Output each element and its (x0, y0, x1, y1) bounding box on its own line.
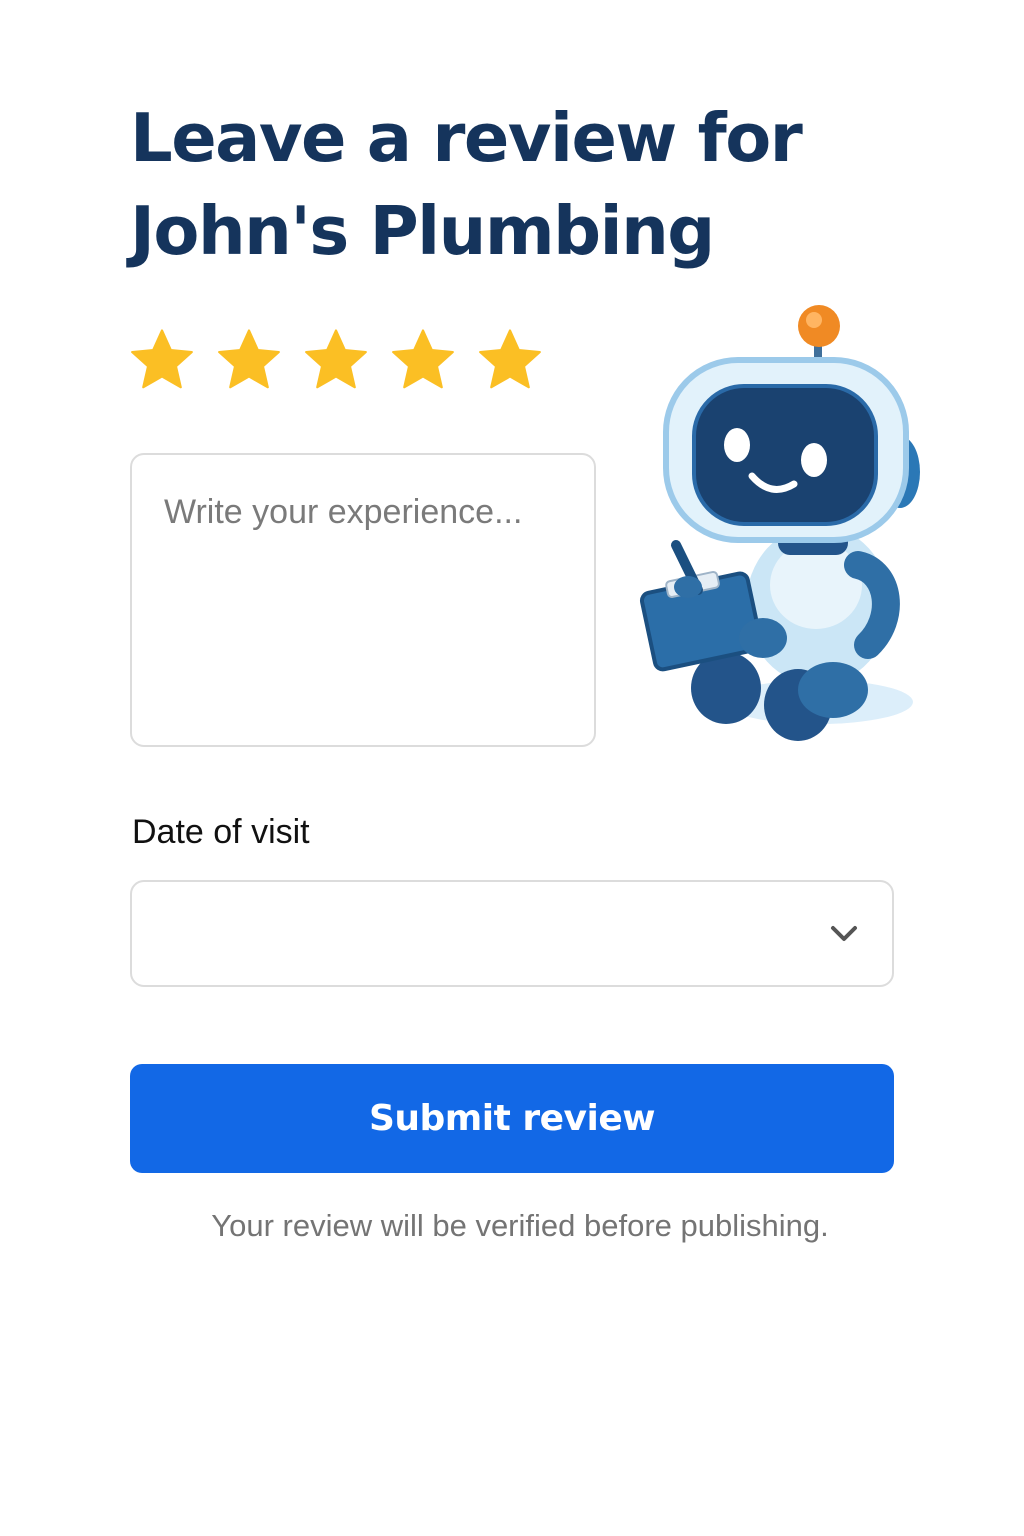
page-title-line-2: John's Plumbing (130, 192, 715, 270)
chevron-down-icon[interactable] (828, 920, 860, 948)
submit-review-button[interactable]: Submit review (130, 1064, 894, 1173)
verification-note: Your review will be verified before publ… (211, 1208, 829, 1243)
page-title-line-1: Leave a review for (130, 99, 803, 177)
star-4-icon[interactable] (389, 326, 457, 394)
date-of-visit-label: Date of visit (132, 813, 310, 851)
date-of-visit-select[interactable] (130, 880, 894, 987)
robot-with-clipboard-illustration (639, 305, 920, 741)
review-textarea[interactable] (130, 453, 596, 747)
page-title: Leave a review for John's Plumbing (130, 92, 830, 278)
star-rating[interactable] (128, 326, 544, 394)
star-1-icon[interactable] (128, 326, 196, 394)
star-3-icon[interactable] (302, 326, 370, 394)
star-2-icon[interactable] (215, 326, 283, 394)
star-5-icon[interactable] (476, 326, 544, 394)
